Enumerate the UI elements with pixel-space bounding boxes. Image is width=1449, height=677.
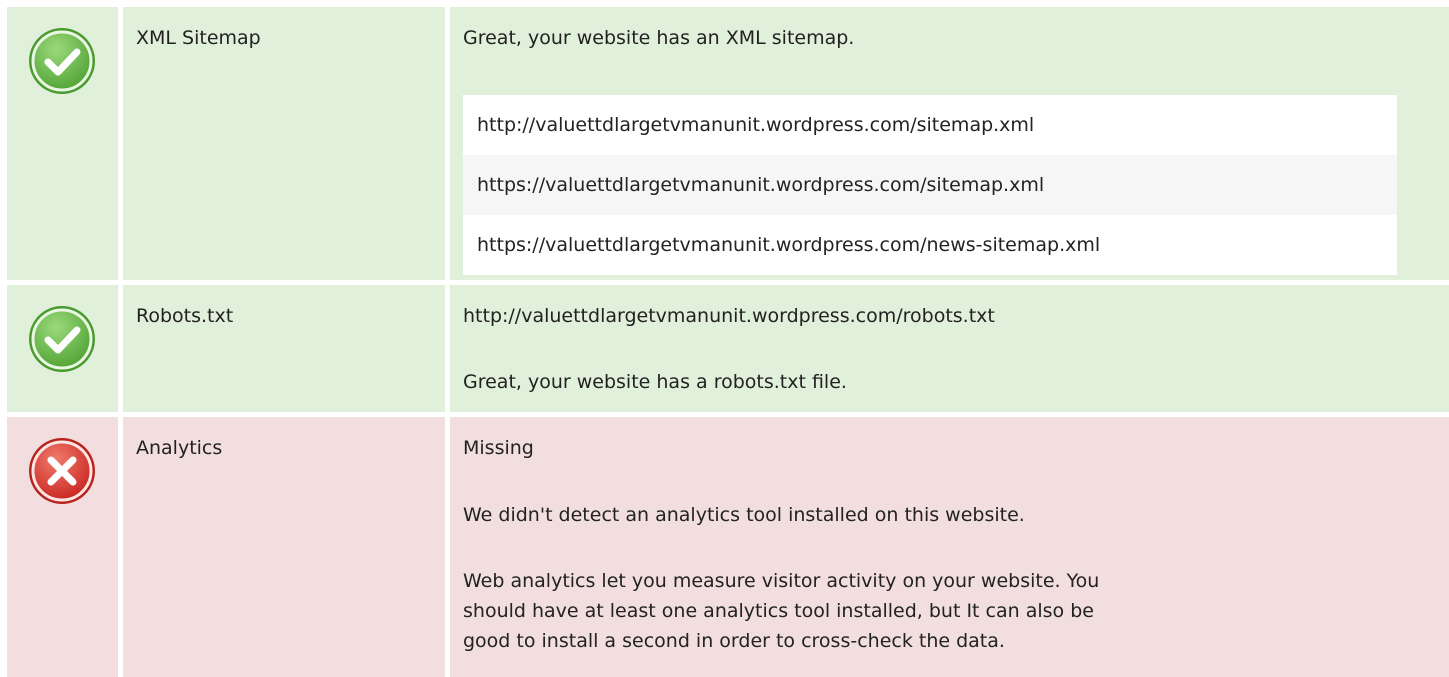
status-text: Missing bbox=[463, 437, 534, 459]
check-name: Robots.txt bbox=[136, 305, 234, 327]
status-cell bbox=[7, 417, 118, 677]
name-cell: XML Sitemap bbox=[123, 7, 445, 280]
advice-line: Web analytics let you measure visitor ac… bbox=[463, 570, 1100, 592]
check-circle-icon bbox=[29, 28, 95, 94]
check-name: XML Sitemap bbox=[136, 27, 261, 49]
sitemap-url-list: http://valuettdlargetvmanunit.wordpress.… bbox=[463, 95, 1397, 275]
x-circle-icon bbox=[29, 438, 95, 504]
status-cell bbox=[7, 285, 118, 412]
sitemap-url: http://valuettdlargetvmanunit.wordpress.… bbox=[463, 95, 1397, 155]
advice-line: good to install a second in order to cro… bbox=[463, 630, 1005, 652]
detail-cell: Great, your website has an XML sitemap. … bbox=[450, 7, 1449, 280]
robots-row: Robots.txt http://valuettdlargetvmanunit… bbox=[0, 285, 1449, 412]
advice-line: should have at least one analytics tool … bbox=[463, 600, 1094, 622]
status-cell bbox=[7, 7, 118, 280]
xml-sitemap-row: XML Sitemap Great, your website has an X… bbox=[0, 7, 1449, 280]
analytics-row: Analytics Missing We didn't detect an an… bbox=[0, 417, 1449, 677]
name-cell: Robots.txt bbox=[123, 285, 445, 412]
check-name: Analytics bbox=[136, 437, 223, 459]
detail-cell: http://valuettdlargetvmanunit.wordpress.… bbox=[450, 285, 1449, 412]
sitemap-url: https://valuettdlargetvmanunit.wordpress… bbox=[463, 215, 1397, 275]
detail-cell: Missing We didn't detect an analytics to… bbox=[450, 417, 1449, 677]
check-circle-icon bbox=[29, 306, 95, 372]
robots-url: http://valuettdlargetvmanunit.wordpress.… bbox=[463, 305, 995, 327]
result-message: We didn't detect an analytics tool insta… bbox=[463, 504, 1025, 526]
sitemap-url: https://valuettdlargetvmanunit.wordpress… bbox=[463, 155, 1397, 215]
result-message: Great, your website has an XML sitemap. bbox=[463, 27, 855, 49]
result-message: Great, your website has a robots.txt fil… bbox=[463, 371, 847, 393]
name-cell: Analytics bbox=[123, 417, 445, 677]
